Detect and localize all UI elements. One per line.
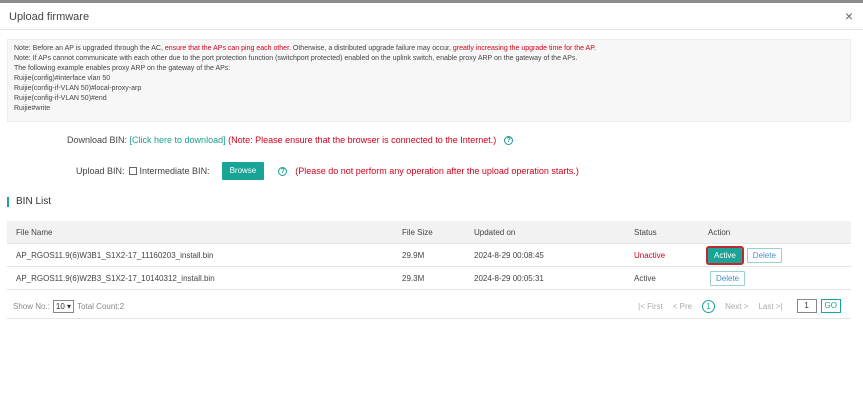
close-icon[interactable]: × xyxy=(845,9,853,23)
bin-list-table: File Name File Size Updated on Status Ac… xyxy=(7,221,851,290)
file-size-cell: 29.9M xyxy=(402,251,425,260)
note-panel: Note: Before an AP is upgraded through t… xyxy=(7,39,851,122)
delete-button[interactable]: Delete xyxy=(746,248,782,264)
total-count: Total Count:2 xyxy=(77,301,125,311)
help-icon[interactable]: ? xyxy=(504,136,514,146)
page-number-input[interactable]: 1 xyxy=(796,299,817,313)
file-size-cell: 29.3M xyxy=(402,274,425,283)
upload-bin-label: Upload BIN: xyxy=(76,166,125,176)
upload-warning: (Please do not perform any operation aft… xyxy=(295,166,579,176)
download-link[interactable]: [Click here to download] xyxy=(130,135,226,145)
note-line-2: Note: If APs cannot communicate with eac… xyxy=(14,55,578,62)
last-page-link[interactable]: Last >| xyxy=(758,302,782,311)
browse-button[interactable]: Browse xyxy=(221,162,265,180)
upload-firmware-dialog: Upload firmware × Note: Before an AP is … xyxy=(0,0,863,405)
intermediate-bin-checkbox[interactable] xyxy=(128,167,137,175)
note-line-3: The following example enables proxy ARP … xyxy=(14,65,231,72)
note-line-6: Ruijie(config-if-VLAN 50)#end xyxy=(14,95,107,102)
action-cell: Delete xyxy=(708,267,746,290)
column-header: File Name xyxy=(16,228,53,237)
help-icon[interactable]: ? xyxy=(278,166,288,176)
action-cell: Active Delete xyxy=(706,244,782,267)
table-row: AP_RGOS11.9(6)W2B3_S1X2-17_10140312_inst… xyxy=(7,267,851,290)
status-cell: Unactive xyxy=(634,251,666,260)
page-nav-group: |< First < Pre 1 Next > Last >| 1 GO xyxy=(628,298,841,314)
file-name-cell: AP_RGOS11.9(6)W3B1_S1X2-17_11160203_inst… xyxy=(16,251,214,260)
dialog-title: Upload firmware xyxy=(9,11,90,23)
upload-bin-row: Upload BIN: Intermediate BIN: Browse ? (… xyxy=(76,162,579,180)
note-line-5: Ruijie(config-if-VLAN 50)#local-proxy-ar… xyxy=(14,85,142,92)
download-bin-label: Download BIN: xyxy=(67,135,130,145)
delete-button[interactable]: Delete xyxy=(710,271,746,287)
first-page-link[interactable]: |< First xyxy=(638,302,663,311)
chevron-down-icon: ▾ xyxy=(67,301,72,311)
status-cell: Active xyxy=(634,274,656,283)
page-size-select[interactable]: 10 ▾ xyxy=(52,299,75,313)
go-button[interactable]: GO xyxy=(820,299,841,313)
table-row: AP_RGOS11.9(6)W3B1_S1X2-17_11160203_inst… xyxy=(7,244,851,267)
column-header: Updated on xyxy=(474,228,516,237)
chevron-right-icon: > xyxy=(743,301,749,311)
current-page[interactable]: 1 xyxy=(702,299,716,313)
show-no-label: Show No.: xyxy=(13,301,50,311)
page-size-group: Show No.: 10 ▾ Total Count:2 xyxy=(13,298,124,314)
updated-cell: 2024-8-29 00:05:31 xyxy=(474,274,544,283)
file-name-cell: AP_RGOS11.9(6)W2B3_S1X2-17_10140312_inst… xyxy=(16,274,215,283)
active-button[interactable]: Active xyxy=(706,246,744,266)
pagination-bar: Show No.: 10 ▾ Total Count:2 |< First < … xyxy=(7,295,851,319)
download-warning: (Note: Please ensure that the browser is… xyxy=(225,135,497,145)
download-bin-row: Download BIN: [Click here to download] (… xyxy=(67,135,514,146)
note-line-7: Ruijie#write xyxy=(14,105,51,112)
last-page-icon: >| xyxy=(775,301,783,311)
updated-cell: 2024-8-29 00:08:45 xyxy=(474,251,544,260)
prev-page-link[interactable]: < Pre xyxy=(673,302,692,311)
chevron-left-icon: < xyxy=(672,301,678,311)
next-page-link[interactable]: Next > xyxy=(725,302,748,311)
first-page-icon: |< xyxy=(638,301,645,311)
dialog-header: Upload firmware × xyxy=(0,6,863,30)
intermediate-bin-label: Intermediate BIN: xyxy=(139,166,210,176)
table-header: File Name File Size Updated on Status Ac… xyxy=(7,221,851,244)
column-header: File Size xyxy=(402,228,433,237)
bin-list-title: BIN List xyxy=(7,197,51,207)
column-header: Status xyxy=(634,228,657,237)
note-line-4: Ruijie(config)#interface vlan 50 xyxy=(14,75,111,82)
column-header: Action xyxy=(708,228,731,237)
note-line-1: Note: Before an AP is upgraded through t… xyxy=(14,45,596,52)
